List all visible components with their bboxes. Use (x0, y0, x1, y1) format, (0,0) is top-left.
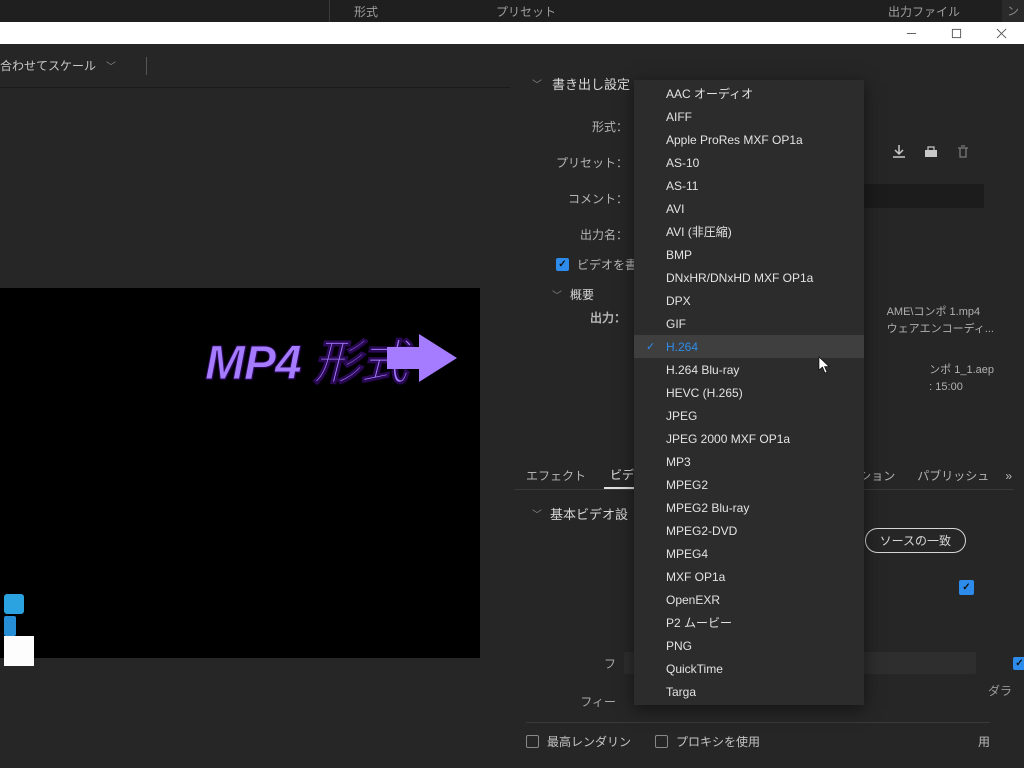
format-option[interactable]: AS-11 (634, 174, 864, 197)
comment-label: コメント： (556, 190, 634, 207)
format-option[interactable]: MPEG2 Blu-ray (634, 496, 864, 519)
max-render-checkbox[interactable] (526, 735, 539, 748)
output-name-label: 出力名： (556, 226, 634, 243)
format-option[interactable]: AVI (634, 197, 864, 220)
format-option[interactable]: DNxHR/DNxHD MXF OP1a (634, 266, 864, 289)
import-preset-icon[interactable] (922, 144, 940, 160)
format-option[interactable]: H.264 (634, 335, 864, 358)
frame-checkbox[interactable]: ✓ (1013, 657, 1024, 670)
format-option[interactable]: JPEG (634, 404, 864, 427)
format-dropdown-menu[interactable]: AAC オーディオAIFFApple ProRes MXF OP1aAS-10A… (634, 80, 864, 705)
format-option[interactable]: QuickTime (634, 657, 864, 680)
window-close-button[interactable] (979, 22, 1024, 44)
window-maximize-button[interactable] (934, 22, 979, 44)
bottom-right-label: 用 (978, 733, 990, 750)
summary-source-file: ンポ 1_1.aep (929, 362, 994, 379)
basic-video-title: 基本ビデオ設 (550, 504, 628, 523)
document-icon (4, 636, 34, 666)
summary-output-path: AME\コンポ 1.mp4 (887, 304, 994, 321)
summary-title: 概要 (570, 286, 594, 303)
format-option[interactable]: OpenEXR (634, 588, 864, 611)
column-header-preset: プリセット (472, 0, 580, 22)
format-option[interactable]: JPEG 2000 MXF OP1a (634, 427, 864, 450)
annotation-overlay: MP4 形式 (205, 323, 457, 393)
scale-fit-label: 合わせてスケール (0, 57, 96, 74)
format-option[interactable]: MXF OP1a (634, 565, 864, 588)
format-option[interactable]: HEVC (H.265) (634, 381, 864, 404)
tab-publish[interactable]: パブリッシュ (911, 463, 995, 488)
setting-checkbox-1[interactable]: ✓ (959, 580, 974, 595)
tab-effect[interactable]: エフェクト (520, 463, 592, 488)
format-option[interactable]: P2 ムービー (634, 611, 864, 634)
preview-corner-icons (4, 594, 34, 650)
basic-video-settings-header[interactable]: ﹀ 基本ビデオ設 (532, 504, 628, 523)
arrow-right-icon (419, 334, 457, 382)
mouse-cursor-icon (818, 356, 832, 377)
format-option[interactable]: GIF (634, 312, 864, 335)
format-option[interactable]: DPX (634, 289, 864, 312)
summary-output-encoding: ウェアエンコーディ... (887, 321, 994, 338)
scale-fit-dropdown[interactable]: 合わせてスケール ﹀ (0, 57, 116, 74)
chevron-down-icon: ﹀ (552, 287, 562, 302)
format-option[interactable]: MPEG2-DVD (634, 519, 864, 542)
side-panel-label: ダラ (988, 682, 1012, 699)
summary-output-label: 出力： (590, 311, 626, 325)
format-label: 形式： (556, 118, 634, 135)
match-source-button[interactable]: ソースの一致 (865, 528, 966, 553)
chevron-down-icon: ﹀ (532, 506, 542, 521)
window-minimize-button[interactable] (889, 22, 934, 44)
format-option[interactable]: BMP (634, 243, 864, 266)
download-preset-icon[interactable] (890, 144, 908, 160)
format-option[interactable]: AS-10 (634, 151, 864, 174)
use-proxy-checkbox[interactable] (655, 735, 668, 748)
format-option[interactable]: AAC オーディオ (634, 82, 864, 105)
divider (146, 57, 147, 75)
summary-source-time: : 15:00 (929, 379, 994, 396)
delete-preset-icon[interactable] (954, 144, 972, 160)
tabs-overflow-icon[interactable]: » (1005, 469, 1008, 483)
max-render-label: 最高レンダリン (547, 733, 631, 750)
frame-label: フ (556, 655, 616, 672)
preset-label: プリセット： (556, 154, 634, 171)
format-option[interactable]: MPEG2 (634, 473, 864, 496)
field-order-label: フィー (556, 693, 616, 710)
annotation-text: MP4 形式 (205, 323, 407, 393)
format-option[interactable]: PNG (634, 634, 864, 657)
cube-icon (4, 594, 24, 614)
format-option[interactable]: Targa (634, 680, 864, 703)
chevron-down-icon: ﹀ (532, 76, 542, 91)
format-option[interactable]: AIFF (634, 105, 864, 128)
column-header-format: 形式 (330, 0, 402, 22)
export-settings-header[interactable]: ﹀ 書き出し設定 (532, 74, 630, 93)
format-option[interactable]: MPEG4 (634, 542, 864, 565)
format-option[interactable]: AVI (非圧縮) (634, 220, 864, 243)
panel-edge-label: ン (1002, 0, 1024, 22)
export-video-checkbox[interactable]: ✓ (556, 258, 569, 271)
format-option[interactable]: Apple ProRes MXF OP1a (634, 128, 864, 151)
export-video-label: ビデオを書 (577, 256, 637, 273)
chevron-down-icon: ﹀ (106, 58, 116, 73)
cube-icon-small (4, 616, 16, 636)
window-titlebar[interactable] (0, 22, 1024, 44)
column-header-output-file: 出力ファイル (864, 0, 984, 22)
export-settings-title: 書き出し設定 (552, 74, 630, 93)
format-option[interactable]: MP3 (634, 450, 864, 473)
use-proxy-label: プロキシを使用 (676, 733, 760, 750)
output-name-field[interactable] (852, 184, 984, 208)
